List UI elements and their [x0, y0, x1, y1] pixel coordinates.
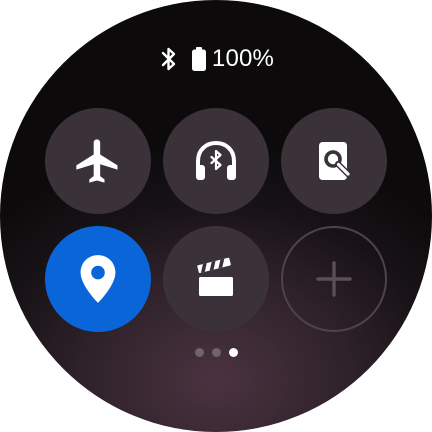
page-indicator [0, 346, 432, 358]
bluetooth-icon [158, 45, 180, 73]
airplane-icon [72, 135, 124, 187]
find-my-phone-button[interactable] [281, 108, 387, 214]
bluetooth-audio-toggle[interactable] [163, 108, 269, 214]
status-bar: 100% [0, 44, 432, 74]
watch-screen: 100% [0, 0, 432, 432]
find-device-icon [308, 135, 360, 187]
bluetooth-headphones-icon [190, 135, 242, 187]
plus-icon [314, 259, 354, 299]
battery-percent: 100% [211, 45, 275, 72]
battery-full-icon [191, 46, 206, 72]
page-dot-active [228, 347, 238, 357]
location-toggle[interactable] [45, 226, 151, 332]
theater-mode-toggle[interactable] [163, 226, 269, 332]
add-tile-button[interactable] [281, 226, 387, 332]
airplane-mode-toggle[interactable] [45, 108, 151, 214]
location-pin-icon [76, 253, 120, 305]
clapperboard-icon [190, 253, 242, 305]
page-dot [211, 347, 221, 357]
page-dot [194, 347, 204, 357]
